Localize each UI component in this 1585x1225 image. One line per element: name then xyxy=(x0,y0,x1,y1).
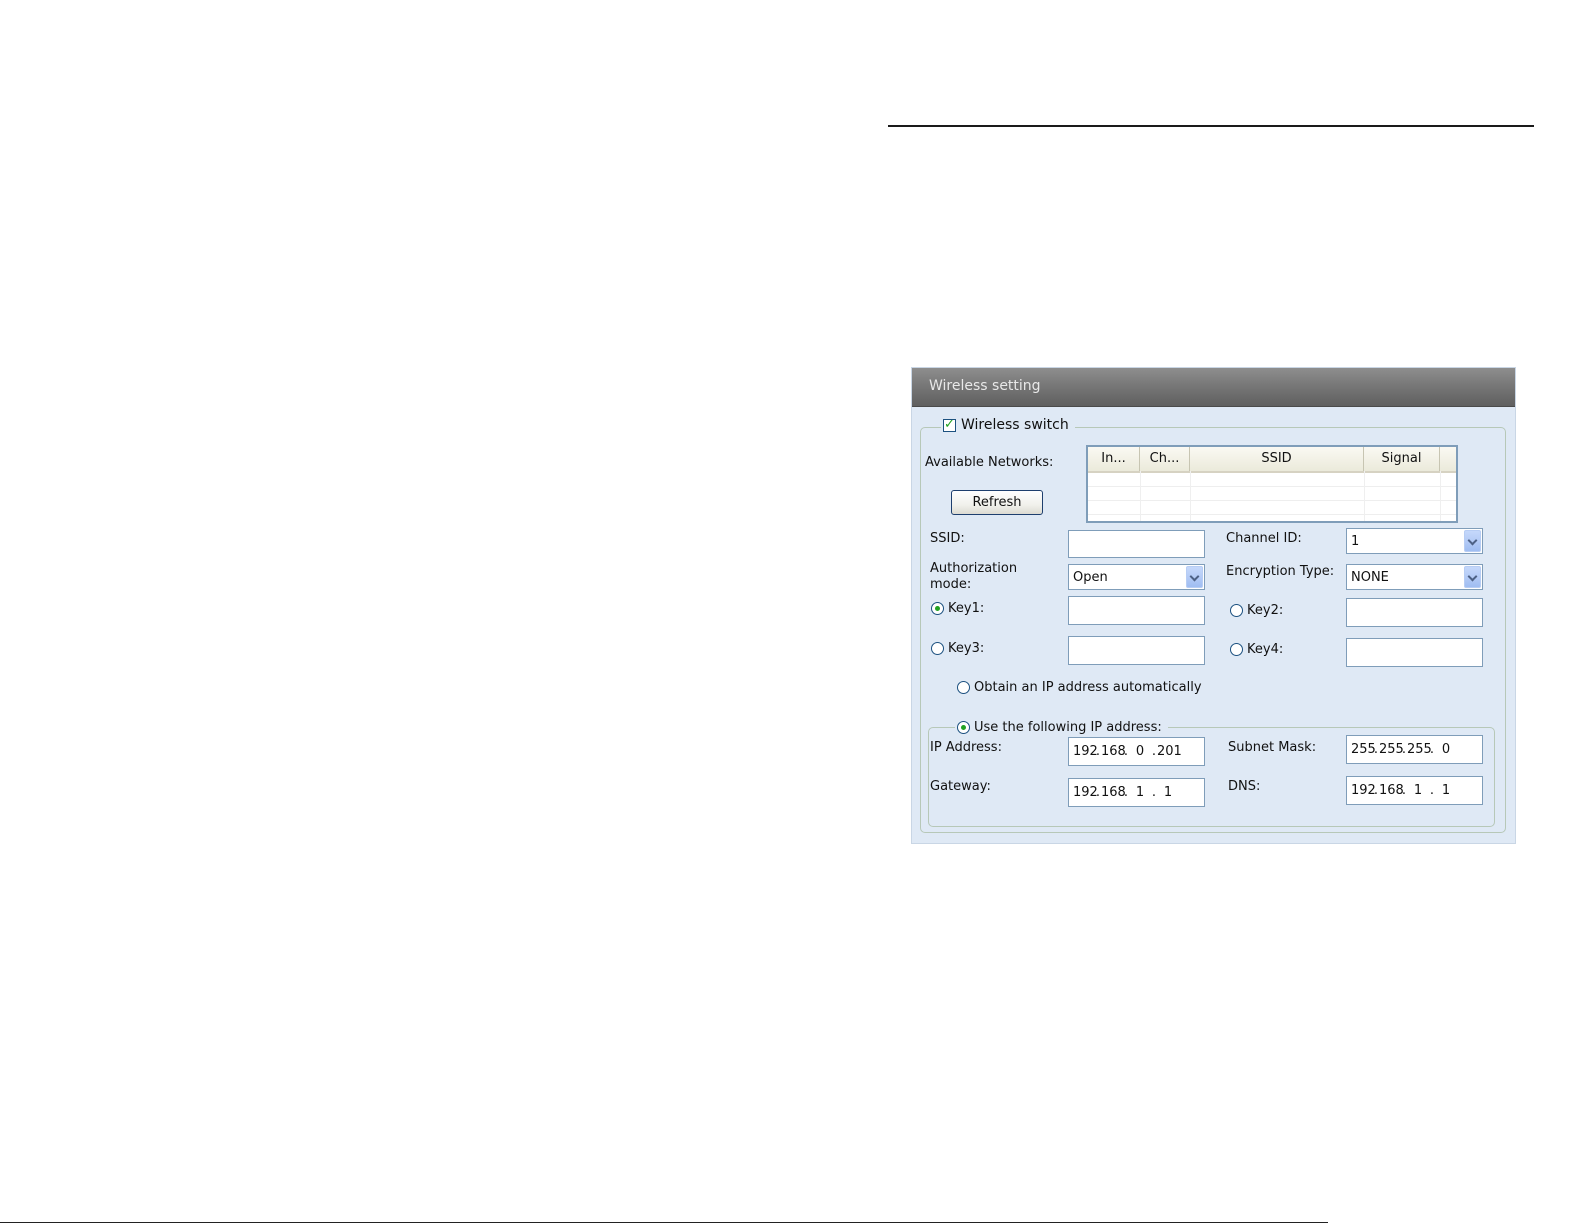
key3-radio[interactable]: Key3: xyxy=(931,641,984,656)
network-list[interactable]: In... Ch... SSID Signal xyxy=(1086,445,1458,523)
channel-id-label: Channel ID: xyxy=(1226,531,1302,546)
encryption-type-value: NONE xyxy=(1351,570,1389,585)
column-header-ssid[interactable]: SSID xyxy=(1190,447,1364,471)
radio-button[interactable] xyxy=(957,681,970,694)
available-networks-label: Available Networks: xyxy=(925,455,1054,470)
key2-radio[interactable]: Key2: xyxy=(1230,603,1283,618)
obtain-ip-auto-label: Obtain an IP address automatically xyxy=(974,680,1202,695)
table-row[interactable] xyxy=(1088,501,1456,515)
encryption-type-label: Encryption Type: xyxy=(1226,564,1335,579)
column-header-signal[interactable]: Signal xyxy=(1364,447,1440,471)
bottom-rule xyxy=(0,1222,1328,1223)
chevron-down-icon[interactable] xyxy=(1464,530,1481,552)
subnet-mask-label: Subnet Mask: xyxy=(1228,740,1317,755)
table-row[interactable] xyxy=(1088,487,1456,501)
ip-octet[interactable]: 255 xyxy=(1379,742,1404,757)
dns-field[interactable]: 192. 168. 1. 1 xyxy=(1346,776,1483,805)
key3-label: Key3: xyxy=(948,641,985,656)
ip-octet[interactable]: 168 xyxy=(1379,783,1404,798)
key4-label: Key4: xyxy=(1247,642,1284,657)
key1-input[interactable] xyxy=(1068,596,1205,625)
dns-label: DNS: xyxy=(1228,779,1261,794)
radio-button[interactable] xyxy=(957,720,970,734)
column-header-index[interactable]: In... xyxy=(1088,447,1140,471)
column-divider xyxy=(1440,471,1441,521)
radio-button[interactable] xyxy=(931,602,944,615)
check-icon: ✓ xyxy=(944,416,955,432)
ip-octet[interactable]: 1 xyxy=(1129,785,1151,800)
ip-octet[interactable]: 0 xyxy=(1435,742,1457,757)
ip-address-field[interactable]: 192. 168. 0. 201 xyxy=(1068,737,1205,766)
ip-address-label: IP Address: xyxy=(930,740,1002,755)
authorization-mode-label-line2: mode: xyxy=(930,577,972,592)
column-divider xyxy=(1364,471,1365,521)
wireless-switch[interactable]: ✓ Wireless switch xyxy=(941,415,1075,435)
key4-input[interactable] xyxy=(1346,638,1483,667)
key3-input[interactable] xyxy=(1068,636,1205,665)
key1-radio[interactable]: Key1: xyxy=(931,601,984,616)
table-row[interactable] xyxy=(1088,473,1456,487)
ip-octet[interactable]: 1 xyxy=(1435,783,1457,798)
key4-radio[interactable]: Key4: xyxy=(1230,642,1283,657)
column-divider xyxy=(1140,471,1141,521)
ip-octet[interactable]: 1 xyxy=(1157,785,1179,800)
obtain-ip-auto-radio[interactable]: Obtain an IP address automatically xyxy=(957,680,1202,695)
encryption-type-select[interactable]: NONE xyxy=(1346,564,1483,590)
ssid-label: SSID: xyxy=(930,531,965,546)
ssid-input[interactable] xyxy=(1068,530,1205,558)
top-rule xyxy=(888,125,1534,127)
ip-octet[interactable]: 1 xyxy=(1407,783,1429,798)
radio-button[interactable] xyxy=(1230,643,1243,656)
subnet-mask-field[interactable]: 255. 255. 255. 0 xyxy=(1346,735,1483,764)
wireless-switch-label: Wireless switch xyxy=(961,417,1069,433)
channel-id-select[interactable]: 1 xyxy=(1346,528,1483,554)
column-header-channel[interactable]: Ch... xyxy=(1140,447,1190,471)
authorization-mode-select[interactable]: Open xyxy=(1068,564,1205,590)
gateway-label: Gateway: xyxy=(930,779,991,794)
chevron-down-icon[interactable] xyxy=(1464,566,1481,588)
ip-octet[interactable]: 0 xyxy=(1129,744,1151,759)
key2-input[interactable] xyxy=(1346,598,1483,627)
wireless-setting-dialog: Wireless setting ✓ Wireless switch Avail… xyxy=(911,367,1516,844)
ip-octet[interactable]: 201 xyxy=(1157,744,1182,759)
key1-label: Key1: xyxy=(948,601,985,616)
authorization-mode-value: Open xyxy=(1073,570,1108,585)
dialog-title: Wireless setting xyxy=(929,378,1041,394)
radio-button[interactable] xyxy=(931,642,944,655)
use-following-ip-label: Use the following IP address: xyxy=(974,719,1162,735)
use-following-ip-radio[interactable]: Use the following IP address: xyxy=(955,717,1168,737)
page: Wireless setting ✓ Wireless switch Avail… xyxy=(0,0,1585,1225)
radio-button[interactable] xyxy=(1230,604,1243,617)
gateway-field[interactable]: 192. 168. 1. 1 xyxy=(1068,778,1205,807)
ip-octet[interactable]: 168 xyxy=(1101,785,1126,800)
wireless-switch-checkbox[interactable]: ✓ xyxy=(943,416,956,432)
column-divider xyxy=(1190,471,1191,521)
channel-id-value: 1 xyxy=(1351,534,1360,549)
key2-label: Key2: xyxy=(1247,603,1284,618)
ip-octet[interactable]: 192 xyxy=(1073,785,1098,800)
ip-octet[interactable]: 192 xyxy=(1073,744,1098,759)
authorization-mode-label-line1: Authorization xyxy=(930,561,1018,576)
chevron-down-icon[interactable] xyxy=(1186,566,1203,588)
refresh-button[interactable]: Refresh xyxy=(951,490,1043,515)
network-list-header: In... Ch... SSID Signal xyxy=(1088,447,1456,473)
ip-octet[interactable]: 255 xyxy=(1407,742,1432,757)
ip-octet[interactable]: 168 xyxy=(1101,744,1126,759)
dialog-titlebar: Wireless setting xyxy=(912,368,1515,407)
ip-octet[interactable]: 255 xyxy=(1351,742,1376,757)
ip-octet[interactable]: 192 xyxy=(1351,783,1376,798)
